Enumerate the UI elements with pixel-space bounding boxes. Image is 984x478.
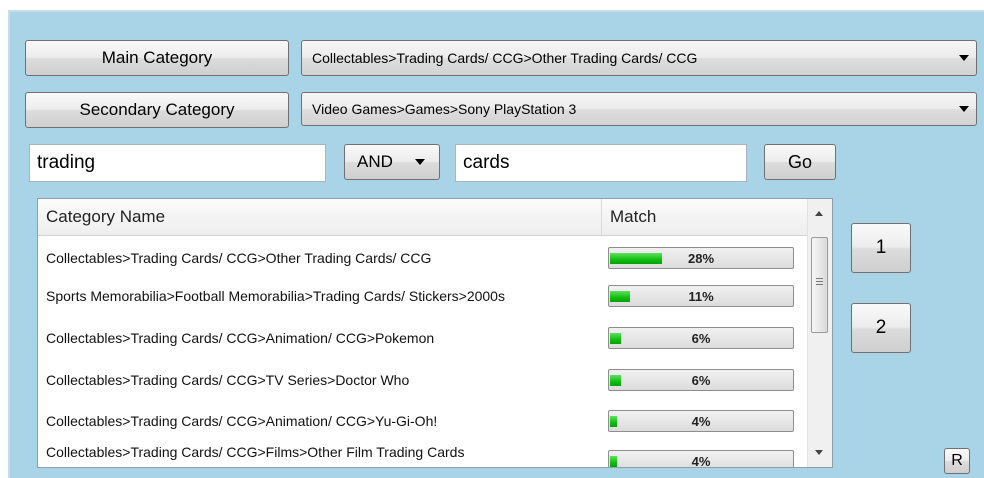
match-progress-bar: 28% — [608, 247, 794, 269]
match-progress-bar: 6% — [608, 327, 794, 349]
column-header-label: Category Name — [46, 207, 166, 226]
secondary-category-dropdown[interactable]: Video Games>Games>Sony PlayStation 3 — [301, 92, 977, 126]
match-percentage: 11% — [688, 288, 714, 304]
main-category-dropdown[interactable]: Collectables>Trading Cards/ CCG>Other Tr… — [301, 40, 977, 76]
search-term1-input[interactable]: trading — [29, 144, 326, 182]
column-header-label: Match — [610, 207, 657, 226]
scroll-down-arrow-icon[interactable] — [815, 450, 823, 455]
category-name-text: Collectables>Trading Cards/ CCG>Animatio… — [46, 412, 438, 429]
table-row[interactable]: Collectables>Trading Cards/ CCG>TV Serie… — [38, 361, 808, 399]
column-header-match[interactable]: Match — [602, 199, 808, 235]
search-term1-value: trading — [37, 152, 96, 173]
category-name-cell: Collectables>Trading Cards/ CCG>TV Serie… — [46, 361, 594, 399]
reset-button[interactable]: R — [944, 448, 970, 474]
table-row[interactable]: Collectables>Trading Cards/ CCG>Animatio… — [38, 319, 808, 357]
go-button-label: Go — [787, 151, 812, 172]
match-percentage: 4% — [691, 413, 711, 429]
chevron-down-icon — [959, 55, 969, 61]
match-progress-bar: 4% — [608, 450, 794, 468]
button-1-label: 1 — [875, 237, 887, 258]
column-header-category-name[interactable]: Category Name — [38, 199, 602, 235]
table-row[interactable]: Collectables>Trading Cards/ CCG>Animatio… — [38, 402, 808, 440]
operator-value: AND — [357, 152, 393, 171]
category-name-text: Sports Memorabilia>Football Memorabilia>… — [46, 287, 505, 304]
main-category-button[interactable]: Main Category — [25, 40, 289, 76]
table-row[interactable]: Sports Memorabilia>Football Memorabilia>… — [38, 277, 808, 315]
main-category-value: Collectables>Trading Cards/ CCG>Other Tr… — [312, 50, 698, 66]
category-name-text: Collectables>Trading Cards/ CCG>Animatio… — [46, 329, 435, 346]
scroll-up-arrow-icon[interactable] — [815, 211, 823, 216]
reset-button-label: R — [951, 452, 963, 469]
main-category-button-label: Main Category — [101, 48, 213, 67]
match-progress-bar: 6% — [608, 369, 794, 391]
table-row[interactable]: Collectables>Trading Cards/ CCG>Other Tr… — [38, 239, 808, 277]
match-progress-bar: 11% — [608, 285, 794, 307]
table-row[interactable]: Collectables>Trading Cards/ CCG>Films>Ot… — [38, 442, 808, 468]
scrollbar-thumb[interactable] — [811, 237, 828, 333]
button-1[interactable]: 1 — [851, 223, 911, 273]
button-2-label: 2 — [875, 317, 887, 338]
category-name-text: Collectables>Trading Cards/ CCG>TV Serie… — [46, 371, 410, 388]
category-name-cell: Collectables>Trading Cards/ CCG>Films>Ot… — [46, 442, 566, 467]
category-name-cell: Collectables>Trading Cards/ CCG>Animatio… — [46, 319, 594, 357]
match-percentage: 4% — [691, 453, 711, 468]
grid-vertical-scrollbar[interactable] — [807, 199, 832, 467]
category-name-cell: Collectables>Trading Cards/ CCG>Animatio… — [46, 402, 594, 440]
button-2[interactable]: 2 — [851, 303, 911, 353]
match-progress-bar: 4% — [608, 410, 794, 432]
match-percentage: 6% — [691, 372, 711, 388]
secondary-category-button-label: Secondary Category — [79, 100, 235, 119]
match-percentage: 6% — [691, 330, 711, 346]
category-name-text: Collectables>Trading Cards/ CCG>Films>Ot… — [46, 444, 465, 460]
grip-icon — [816, 278, 823, 279]
category-name-text: Collectables>Trading Cards/ CCG>Other Tr… — [46, 249, 432, 266]
operator-dropdown[interactable]: AND — [344, 144, 440, 180]
match-percentage: 28% — [687, 250, 715, 266]
search-term2-value: cards — [463, 152, 510, 173]
search-term2-input[interactable]: cards — [455, 144, 747, 182]
category-results-grid[interactable]: Category Name Match Collectables>Trading… — [37, 198, 833, 468]
chevron-down-icon — [959, 106, 969, 112]
category-name-cell: Collectables>Trading Cards/ CCG>Other Tr… — [46, 239, 594, 277]
go-button[interactable]: Go — [764, 144, 836, 180]
secondary-category-value: Video Games>Games>Sony PlayStation 3 — [312, 101, 577, 117]
chevron-down-icon — [415, 159, 425, 165]
category-name-cell: Sports Memorabilia>Football Memorabilia>… — [46, 277, 566, 315]
grid-header: Category Name Match — [38, 199, 808, 236]
secondary-category-button[interactable]: Secondary Category — [25, 92, 289, 128]
